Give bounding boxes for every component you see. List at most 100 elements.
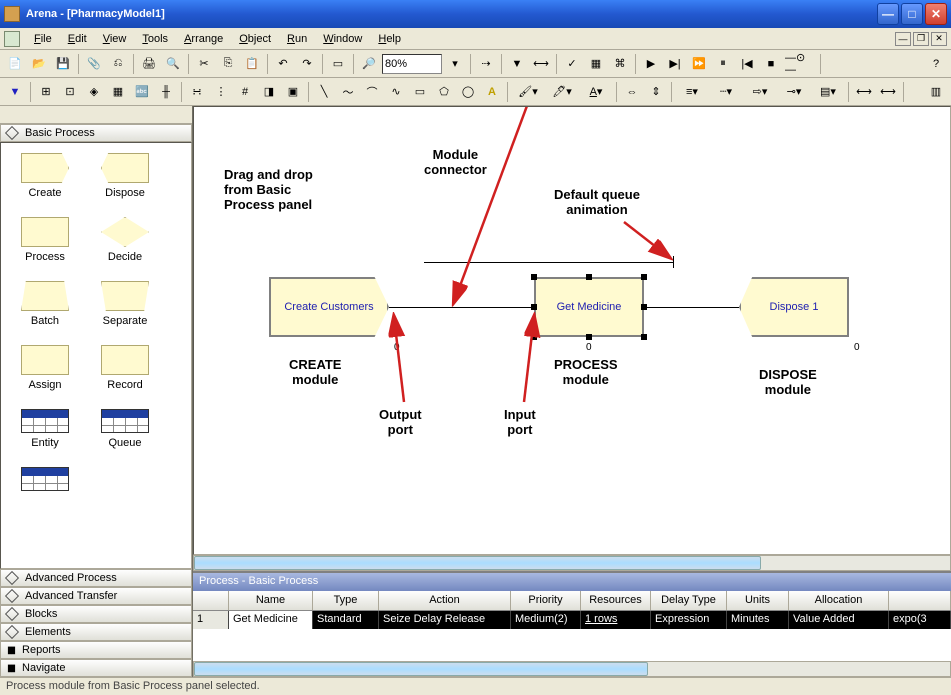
copy-button[interactable]: ⎘ <box>217 53 239 75</box>
attach-button[interactable]: 📎 <box>83 53 105 75</box>
speed-slider[interactable]: —⊙— <box>784 53 816 75</box>
grid-scrollbar-h[interactable] <box>193 661 951 677</box>
module-create[interactable]: Create <box>15 153 75 199</box>
grid-button[interactable]: ▦ <box>107 81 129 103</box>
arc-button[interactable]: ⌒ <box>361 81 383 103</box>
play-button[interactable]: ▶ <box>640 53 662 75</box>
help-button[interactable]: ? <box>925 53 947 75</box>
group-button[interactable]: ▣ <box>282 81 304 103</box>
text-button[interactable]: A <box>481 81 503 103</box>
bezier-button[interactable]: ∿ <box>385 81 407 103</box>
new-button[interactable]: 📄 <box>4 53 26 75</box>
line-style-button[interactable]: ┄▾ <box>710 81 742 103</box>
panel-blocks[interactable]: Blocks <box>0 605 192 623</box>
animate-button[interactable]: ▥ <box>925 81 947 103</box>
text-color-button[interactable]: A▾ <box>580 81 612 103</box>
mdi-close-button[interactable]: ✕ <box>931 32 947 46</box>
save-button[interactable]: 💾 <box>52 53 74 75</box>
shape-style-button[interactable]: ▤▾ <box>812 81 844 103</box>
menu-view[interactable]: View <box>95 31 135 47</box>
menu-tools[interactable]: Tools <box>134 31 176 47</box>
module-process[interactable]: Process <box>15 217 75 263</box>
detach-button[interactable]: ⎌ <box>107 53 129 75</box>
snap-button[interactable]: ⊞ <box>35 81 57 103</box>
module-queue[interactable]: Queue <box>95 409 155 449</box>
glue-button[interactable]: ◈ <box>83 81 105 103</box>
polyline-button[interactable]: 〜 <box>337 81 359 103</box>
connector-button[interactable]: ⟷ <box>530 53 552 75</box>
preview-button[interactable]: 🔍 <box>162 53 184 75</box>
panel-advanced-transfer[interactable]: Advanced Transfer <box>0 587 192 605</box>
zoom-dropdown[interactable]: ▾ <box>444 53 466 75</box>
command-button[interactable]: ⌘ <box>609 53 631 75</box>
stop-button[interactable]: ■ <box>760 53 782 75</box>
canvas[interactable]: Drag and drop from Basic Process panel M… <box>193 106 951 555</box>
menu-object[interactable]: Object <box>231 31 279 47</box>
line-button[interactable]: ╲ <box>313 81 335 103</box>
module-assign[interactable]: Assign <box>15 345 75 391</box>
rewind-button[interactable]: |◀ <box>736 53 758 75</box>
module-dispose[interactable]: Dispose <box>95 153 155 199</box>
panel-elements[interactable]: Elements <box>0 623 192 641</box>
minimize-button[interactable]: — <box>877 3 899 25</box>
width-button[interactable]: ⟷ <box>853 81 875 103</box>
layers-button[interactable]: ◨ <box>258 81 280 103</box>
menu-file[interactable]: File <box>26 31 60 47</box>
line-color-button[interactable]: 🖊▾ <box>546 81 578 103</box>
menu-edit[interactable]: Edit <box>60 31 95 47</box>
panel-basic-process[interactable]: Basic Process <box>0 124 192 142</box>
guides-button[interactable]: ╫ <box>155 81 177 103</box>
menu-window[interactable]: Window <box>315 31 370 47</box>
step-button[interactable]: ▶| <box>664 53 686 75</box>
zoom-button[interactable]: 🔎 <box>358 53 380 75</box>
open-button[interactable]: 📂 <box>28 53 50 75</box>
mdi-minimize-button[interactable]: — <box>895 32 911 46</box>
panel-navigate[interactable]: ▮▮Navigate <box>0 659 192 677</box>
paste-button[interactable]: 📋 <box>241 53 263 75</box>
height-button[interactable]: ⟷ <box>877 81 899 103</box>
redo-button[interactable]: ↷ <box>296 53 318 75</box>
undo-button[interactable]: ↶ <box>272 53 294 75</box>
maximize-button[interactable]: □ <box>901 3 923 25</box>
rectangle-button[interactable]: ▭ <box>409 81 431 103</box>
module-record[interactable]: Record <box>95 345 155 391</box>
arrow-style-button[interactable]: ⇨▾ <box>744 81 776 103</box>
canvas-scrollbar-h[interactable] <box>193 555 951 571</box>
pause-button[interactable]: ⏸ <box>712 53 734 75</box>
region-button[interactable]: ▭ <box>327 53 349 75</box>
submodel-button[interactable]: ▼ <box>506 53 528 75</box>
menu-run[interactable]: Run <box>279 31 315 47</box>
align-button[interactable]: ∺ <box>186 81 208 103</box>
menu-arrange[interactable]: Arrange <box>176 31 231 47</box>
line-end-button[interactable]: ⊸▾ <box>778 81 810 103</box>
panel-reports[interactable]: ▮▮Reports <box>0 641 192 659</box>
ellipse-button[interactable]: ◯ <box>457 81 479 103</box>
ruler-button[interactable]: 🔤 <box>131 81 153 103</box>
batch-run-button[interactable]: ▦ <box>585 53 607 75</box>
connector-2[interactable] <box>644 307 739 308</box>
cut-button[interactable]: ✂ <box>193 53 215 75</box>
grid-snap-button[interactable]: # <box>234 81 256 103</box>
connector-1[interactable] <box>389 307 534 308</box>
module-decide[interactable]: Decide <box>95 217 155 263</box>
mdi-restore-button[interactable]: ❐ <box>913 32 929 46</box>
diagram-module-process[interactable]: Get Medicine <box>534 277 644 337</box>
connect-button[interactable]: ⇢ <box>475 53 497 75</box>
module-extra[interactable] <box>15 467 75 495</box>
module-entity[interactable]: Entity <box>15 409 75 449</box>
fill-color-button[interactable]: 🖌▾ <box>512 81 544 103</box>
flip-v-button[interactable]: ⇕ <box>645 81 667 103</box>
zoom-input[interactable] <box>382 54 442 74</box>
menu-help[interactable]: Help <box>370 31 409 47</box>
close-button[interactable]: ✕ <box>925 3 947 25</box>
polygon-button[interactable]: ⬠ <box>433 81 455 103</box>
snap-object-button[interactable]: ⊡ <box>59 81 81 103</box>
panel-advanced-process[interactable]: Advanced Process <box>0 569 192 587</box>
diagram-module-create[interactable]: Create Customers <box>269 277 389 337</box>
line-weight-button[interactable]: ≡▾ <box>676 81 708 103</box>
module-separate[interactable]: Separate <box>95 281 155 327</box>
diagram-module-dispose[interactable]: Dispose 1 <box>739 277 849 337</box>
fast-forward-button[interactable]: ⏩ <box>688 53 710 75</box>
flip-h-button[interactable]: ⇔ <box>621 81 643 103</box>
module-batch[interactable]: Batch <box>15 281 75 327</box>
